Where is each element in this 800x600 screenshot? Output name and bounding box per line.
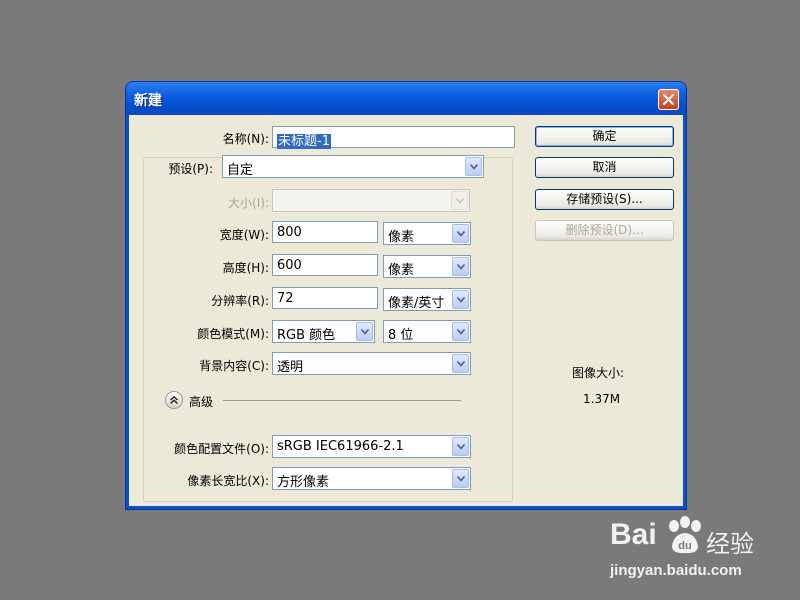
- color-profile-label: 颜色配置文件(O):: [174, 442, 269, 456]
- baidu-jingyan-watermark: Bai du 经验 jingyan.baidu.com: [610, 516, 790, 586]
- resolution-unit-value: 像素/英寸: [388, 296, 445, 311]
- color-profile-dropdown[interactable]: sRGB IEC61966-2.1: [272, 435, 471, 458]
- close-button[interactable]: [658, 89, 679, 110]
- chevron-down-icon: [457, 476, 465, 482]
- width-input[interactable]: 800: [272, 221, 378, 243]
- bit-depth-dropdown[interactable]: 8 位: [383, 320, 471, 343]
- color-mode-dropdown-arrow[interactable]: [356, 322, 373, 341]
- dialog-title: 新建: [134, 93, 162, 109]
- image-size-label: 图像大小:: [572, 366, 625, 380]
- color-mode-label: 颜色模式(M):: [197, 327, 269, 341]
- pixel-aspect-label: 像素长宽比(X):: [187, 474, 269, 488]
- name-value: 未标题-1: [277, 134, 331, 149]
- color-mode-value: RGB 颜色: [277, 328, 336, 343]
- delete-preset-button[interactable]: 删除预设(D)...: [535, 220, 674, 241]
- image-size-value: 1.37M: [583, 392, 621, 406]
- chevron-down-icon: [470, 164, 478, 170]
- bit-depth-value: 8 位: [388, 328, 414, 343]
- height-label: 高度(H):: [222, 261, 269, 275]
- new-document-dialog: 新建 名称(N): 未标题-1 预设(P): 自定 大小(I): 宽度(W): …: [126, 82, 686, 509]
- save-preset-button[interactable]: 存储预设(S)...: [535, 189, 674, 210]
- preset-label: 预设(P):: [164, 160, 217, 177]
- watermark-brand-suffix: 经验: [706, 530, 754, 558]
- chevron-down-icon: [456, 198, 464, 204]
- background-value: 透明: [277, 360, 304, 375]
- bit-depth-dropdown-arrow[interactable]: [452, 322, 469, 341]
- preset-dropdown[interactable]: 自定: [222, 155, 484, 178]
- resolution-input[interactable]: 72: [272, 287, 378, 309]
- color-profile-dropdown-arrow[interactable]: [452, 437, 469, 456]
- svg-text:du: du: [678, 540, 691, 552]
- height-value: 600: [277, 258, 302, 273]
- color-mode-dropdown[interactable]: RGB 颜色: [272, 320, 375, 343]
- background-label: 背景内容(C):: [199, 359, 269, 373]
- width-label: 宽度(W):: [219, 228, 269, 242]
- chevron-down-icon: [457, 297, 465, 303]
- advanced-divider: [223, 400, 461, 401]
- background-dropdown[interactable]: 透明: [272, 352, 471, 375]
- resolution-value: 72: [277, 291, 294, 306]
- name-label: 名称(N):: [222, 132, 269, 146]
- watermark-url: jingyan.baidu.com: [610, 562, 742, 579]
- chevron-down-icon: [457, 231, 465, 237]
- chevron-down-icon: [457, 361, 465, 367]
- pixel-aspect-value: 方形像素: [277, 475, 330, 490]
- resolution-unit-dropdown-arrow[interactable]: [452, 290, 469, 309]
- height-unit-dropdown-arrow[interactable]: [452, 257, 469, 276]
- height-input[interactable]: 600: [272, 254, 378, 276]
- height-unit-value: 像素: [388, 263, 415, 278]
- width-value: 800: [277, 225, 302, 240]
- background-dropdown-arrow[interactable]: [452, 354, 469, 373]
- chevron-down-icon: [457, 444, 465, 450]
- preset-value: 自定: [227, 163, 254, 178]
- watermark-brand: Bai: [610, 518, 657, 551]
- name-input[interactable]: 未标题-1: [272, 126, 515, 149]
- pixel-aspect-dropdown[interactable]: 方形像素: [272, 467, 471, 490]
- paw-icon: du: [669, 516, 701, 554]
- advanced-label: 高级: [189, 395, 214, 409]
- chevron-down-icon: [457, 329, 465, 335]
- size-dropdown[interactable]: [272, 189, 470, 212]
- width-unit-value: 像素: [388, 230, 415, 245]
- advanced-toggle-button[interactable]: [165, 391, 183, 409]
- width-unit-dropdown[interactable]: 像素: [383, 222, 471, 245]
- preset-dropdown-arrow[interactable]: [465, 157, 482, 176]
- title-bar[interactable]: 新建: [126, 82, 686, 115]
- height-unit-dropdown[interactable]: 像素: [383, 255, 471, 278]
- color-profile-value: sRGB IEC61966-2.1: [277, 439, 404, 454]
- cancel-button[interactable]: 取消: [535, 157, 674, 178]
- ok-button[interactable]: 确定: [535, 126, 674, 147]
- resolution-unit-dropdown[interactable]: 像素/英寸: [383, 288, 471, 311]
- pixel-aspect-dropdown-arrow[interactable]: [452, 469, 469, 488]
- chevron-down-icon: [361, 329, 369, 335]
- chevron-down-icon: [457, 264, 465, 270]
- size-label: 大小(I):: [228, 196, 269, 210]
- resolution-label: 分辨率(R):: [211, 294, 269, 308]
- width-unit-dropdown-arrow[interactable]: [452, 224, 469, 243]
- size-dropdown-arrow: [451, 191, 468, 210]
- double-chevron-up-icon: [170, 395, 178, 405]
- dialog-body: 名称(N): 未标题-1 预设(P): 自定 大小(I): 宽度(W): 800…: [129, 115, 683, 506]
- close-icon: [662, 93, 675, 106]
